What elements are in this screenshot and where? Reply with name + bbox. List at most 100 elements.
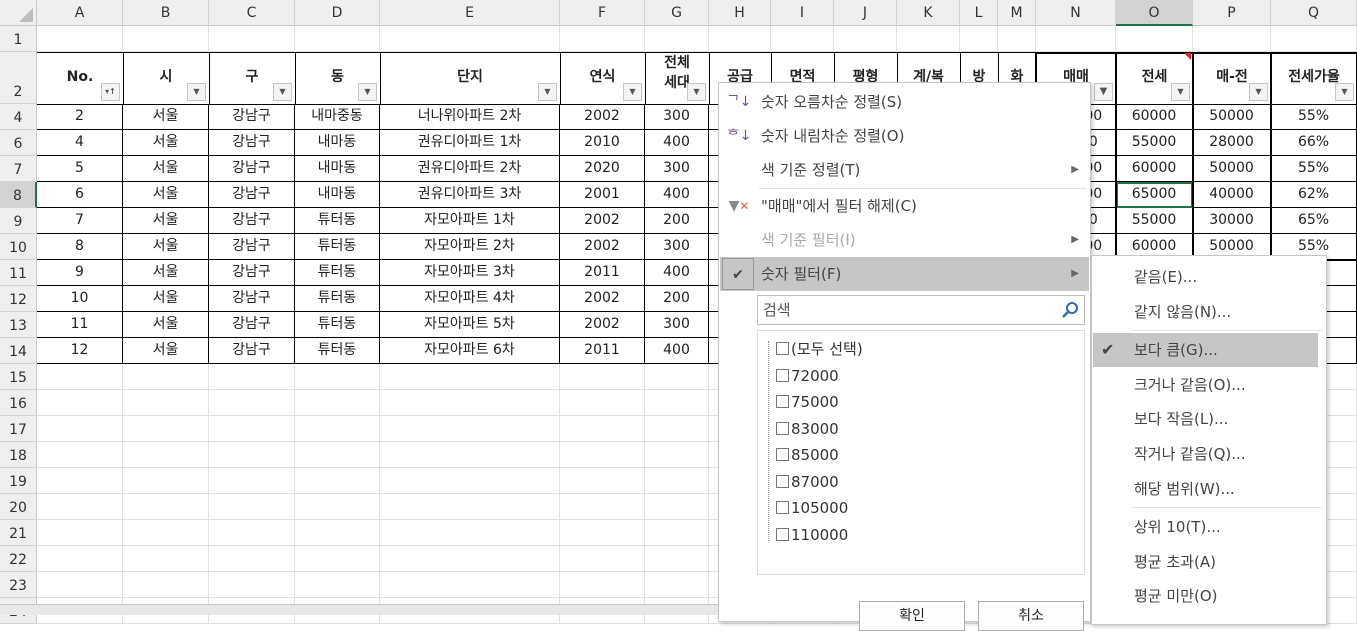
filter-menu-item[interactable]: ✔ 숫자 필터(F) ▶ <box>720 257 1089 291</box>
checkbox[interactable] <box>776 421 789 435</box>
cell-Q1[interactable] <box>1271 26 1357 52</box>
cell-D19[interactable] <box>295 468 380 494</box>
cell-G1[interactable] <box>645 26 709 52</box>
cell-D16[interactable] <box>295 390 380 416</box>
filter-dropdown-button[interactable]: ▼ <box>187 83 206 101</box>
cell-F23[interactable] <box>560 572 645 598</box>
cell-G6[interactable]: 400 <box>645 130 709 156</box>
number-filter-option[interactable]: 평균 초과(A) <box>1093 545 1318 579</box>
cell-B23[interactable] <box>123 572 209 598</box>
cell-B20[interactable] <box>123 494 209 520</box>
filter-value-checkbox[interactable]: 87000 <box>776 469 839 495</box>
filter-menu-item[interactable]: ▼✕ "매매"에서 필터 해제(C) <box>720 189 1089 223</box>
cell-C15[interactable] <box>209 364 295 390</box>
cell-D14[interactable]: 튜터동 <box>295 338 380 364</box>
cell-B8[interactable]: 서울 <box>123 182 209 208</box>
cell-G21[interactable] <box>645 520 709 546</box>
select-all-button[interactable] <box>0 0 37 26</box>
column-header-A[interactable]: A <box>37 0 123 26</box>
cell-G4[interactable]: 300 <box>645 104 709 130</box>
cell-E20[interactable] <box>380 494 560 520</box>
cell-F7[interactable]: 2020 <box>560 156 645 182</box>
cell-E14[interactable]: 자모아파트 6차 <box>380 338 560 364</box>
filter-dropdown-button[interactable]: ▼ <box>273 83 292 101</box>
checkbox[interactable] <box>776 448 789 461</box>
cell-K1[interactable] <box>897 26 960 52</box>
cell-O4[interactable]: 60000 <box>1116 104 1193 130</box>
cell-G7[interactable]: 300 <box>645 156 709 182</box>
cell-C20[interactable] <box>209 494 295 520</box>
filter-dropdown-button[interactable]: ▼ <box>1171 83 1190 101</box>
row-header-23[interactable]: 23 <box>0 572 37 598</box>
column-header-N[interactable]: N <box>1036 0 1116 26</box>
cell-Q7[interactable]: 55% <box>1271 156 1357 182</box>
cancel-button[interactable]: 취소 <box>978 601 1084 631</box>
filter-menu-item[interactable]: ᄒ↓ 숫자 내림차순 정렬(O) <box>720 119 1089 153</box>
cell-C16[interactable] <box>209 390 295 416</box>
cell-F8[interactable]: 2001 <box>560 182 645 208</box>
cell-F17[interactable] <box>560 416 645 442</box>
cell-E10[interactable]: 자모아파트 2차 <box>380 234 560 260</box>
number-filter-option[interactable]: 해당 범위(W)... <box>1093 472 1318 506</box>
number-filter-option[interactable]: 보다 작음(L)... <box>1093 402 1318 436</box>
ok-button[interactable]: 확인 <box>859 601 965 631</box>
cell-C10[interactable]: 강남구 <box>209 234 295 260</box>
filter-dropdown-button[interactable]: ▼ <box>687 83 706 101</box>
cell-A9[interactable]: 7 <box>37 208 123 234</box>
cell-D4[interactable]: 내마중동 <box>295 104 380 130</box>
cell-C8[interactable]: 강남구 <box>209 182 295 208</box>
cell-F19[interactable] <box>560 468 645 494</box>
cell-A12[interactable]: 10 <box>37 286 123 312</box>
cell-C14[interactable]: 강남구 <box>209 338 295 364</box>
cell-B1[interactable] <box>123 26 209 52</box>
number-filter-option[interactable]: 크거나 같음(O)... <box>1093 368 1318 402</box>
row-header-15[interactable]: 15 <box>0 364 37 390</box>
cell-O6[interactable]: 55000 <box>1116 130 1193 156</box>
cell-A21[interactable] <box>37 520 123 546</box>
cell-G20[interactable] <box>645 494 709 520</box>
cell-E17[interactable] <box>380 416 560 442</box>
cell-A18[interactable] <box>37 442 123 468</box>
cell-Q6[interactable]: 66% <box>1271 130 1357 156</box>
cell-H1[interactable] <box>709 26 771 52</box>
sheet-tab-bar[interactable] <box>0 604 718 615</box>
cell-C21[interactable] <box>209 520 295 546</box>
cell-F13[interactable]: 2002 <box>560 312 645 338</box>
cell-A23[interactable] <box>37 572 123 598</box>
filter-dropdown-button[interactable]: ▼ <box>623 83 642 101</box>
cell-E6[interactable]: 권유디아파트 1차 <box>380 130 560 156</box>
cell-B9[interactable]: 서울 <box>123 208 209 234</box>
cell-P1[interactable] <box>1193 26 1271 52</box>
cell-A1[interactable] <box>37 26 123 52</box>
number-filter-option[interactable]: 같지 않음(N)... <box>1093 295 1318 329</box>
cell-D13[interactable]: 튜터동 <box>295 312 380 338</box>
cell-A16[interactable] <box>37 390 123 416</box>
cell-B17[interactable] <box>123 416 209 442</box>
cell-B7[interactable]: 서울 <box>123 156 209 182</box>
checkbox[interactable] <box>776 368 789 382</box>
cell-O9[interactable]: 55000 <box>1116 208 1193 234</box>
cell-F16[interactable] <box>560 390 645 416</box>
cell-F21[interactable] <box>560 520 645 546</box>
cell-P4[interactable]: 50000 <box>1193 104 1271 130</box>
cell-E12[interactable]: 자모아파트 4차 <box>380 286 560 312</box>
row-header-9[interactable]: 9 <box>0 208 37 234</box>
cell-P6[interactable]: 28000 <box>1193 130 1271 156</box>
column-header-P[interactable]: P <box>1193 0 1271 26</box>
cell-Q9[interactable]: 65% <box>1271 208 1357 234</box>
checkbox[interactable] <box>776 501 789 514</box>
cell-D12[interactable]: 튜터동 <box>295 286 380 312</box>
cell-A15[interactable] <box>37 364 123 390</box>
cell-C9[interactable]: 강남구 <box>209 208 295 234</box>
cell-C1[interactable] <box>209 26 295 52</box>
cell-D8[interactable]: 내마동 <box>295 182 380 208</box>
cell-F4[interactable]: 2002 <box>560 104 645 130</box>
row-header-4[interactable]: 4 <box>0 104 37 130</box>
filter-dropdown-button[interactable]: ▼ <box>1335 83 1354 101</box>
cell-N1[interactable] <box>1036 26 1116 52</box>
row-header-22[interactable]: 22 <box>0 546 37 572</box>
cell-D21[interactable] <box>295 520 380 546</box>
row-header-7[interactable]: 7 <box>0 156 37 182</box>
column-header-O[interactable]: O <box>1116 0 1193 26</box>
row-header-12[interactable]: 12 <box>0 286 37 312</box>
